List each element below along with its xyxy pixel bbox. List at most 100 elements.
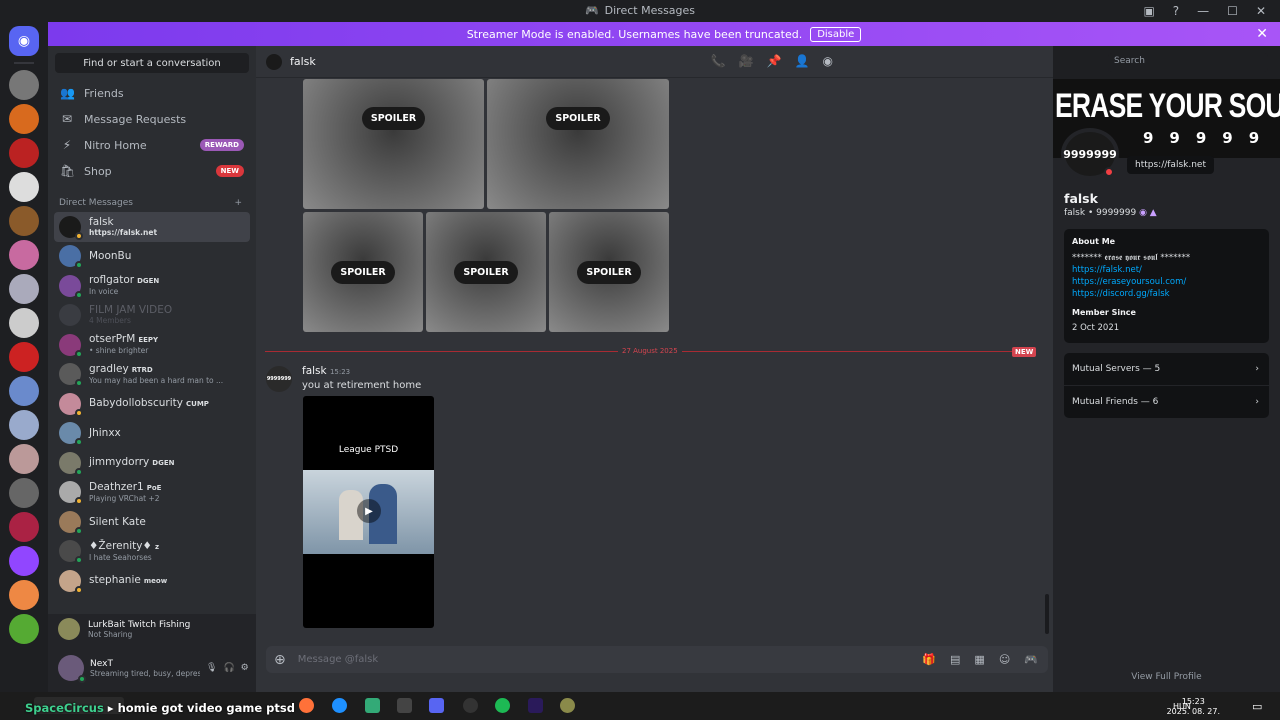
discord-taskbar-icon[interactable] bbox=[429, 698, 444, 713]
banner-close-icon[interactable]: ✕ bbox=[1256, 26, 1268, 42]
spoiler-image[interactable]: SPOILER bbox=[549, 212, 669, 332]
minimize-button[interactable]: — bbox=[1197, 4, 1209, 18]
server-icon[interactable] bbox=[9, 172, 39, 202]
spoiler-image[interactable]: SPOILER bbox=[303, 212, 423, 332]
author-name[interactable]: falsk bbox=[302, 365, 327, 377]
vr-icon[interactable] bbox=[397, 698, 412, 713]
server-icon[interactable] bbox=[9, 478, 39, 508]
dm-tag: RTRD bbox=[131, 365, 153, 374]
message-composer[interactable]: ⊕ Message @falsk 🎁 ▤ ▦ ☺ 🎮 bbox=[266, 646, 1048, 673]
dm-name: stephanie meow bbox=[89, 574, 168, 587]
browser-icon[interactable] bbox=[332, 698, 347, 713]
dm-item[interactable]: roflgator DGEN In voice bbox=[54, 271, 250, 301]
dm-text: jimmydorry DGEN bbox=[89, 456, 174, 469]
obs-icon[interactable] bbox=[463, 698, 478, 713]
dm-item[interactable]: falsk https://falsk.net bbox=[54, 212, 250, 242]
maximize-button[interactable]: ☐ bbox=[1227, 4, 1238, 18]
about-link[interactable]: https://falsk.net/ bbox=[1072, 264, 1261, 276]
dm-item[interactable]: jimmydorry DGEN bbox=[54, 448, 250, 478]
help-icon[interactable]: ? bbox=[1173, 4, 1179, 18]
status-indicator bbox=[75, 526, 83, 535]
close-window-button[interactable]: ✕ bbox=[1256, 4, 1266, 18]
server-icon[interactable] bbox=[9, 138, 39, 168]
twitch-server-icon[interactable] bbox=[9, 546, 39, 576]
server-icon[interactable] bbox=[9, 614, 39, 644]
gift-icon[interactable]: 🎁 bbox=[922, 653, 936, 666]
server-icon[interactable] bbox=[9, 376, 39, 406]
message-input[interactable]: Message @falsk bbox=[298, 654, 378, 665]
dm-avatar bbox=[59, 451, 83, 476]
server-icon[interactable] bbox=[9, 512, 39, 542]
server-icon[interactable] bbox=[9, 410, 39, 440]
inbox-icon[interactable]: ▣ bbox=[1143, 4, 1154, 18]
dm-item[interactable]: Jhinxx bbox=[54, 419, 250, 449]
gif-icon[interactable]: ▤ bbox=[950, 653, 960, 666]
dm-item[interactable]: Babydollobscurity CUMP bbox=[54, 389, 250, 419]
mutual-friends-row[interactable]: Mutual Friends — 6 › bbox=[1064, 386, 1269, 418]
nav-message-requests[interactable]: ✉ Message Requests bbox=[54, 106, 250, 132]
microphone-icon[interactable]: 🎙 bbox=[206, 663, 217, 673]
server-icon[interactable] bbox=[9, 580, 39, 610]
server-icon[interactable] bbox=[9, 240, 39, 270]
dm-item[interactable]: ♦Žerenity♦ z I hate Seahorses bbox=[54, 537, 250, 567]
search-input[interactable]: Search bbox=[1108, 53, 1268, 72]
server-icon[interactable] bbox=[9, 70, 39, 100]
chat-header: falsk bbox=[256, 46, 1053, 78]
spotify-icon[interactable] bbox=[495, 698, 510, 713]
view-full-profile-link[interactable]: View Full Profile bbox=[1053, 672, 1280, 682]
about-link[interactable]: https://discord.gg/falsk bbox=[1072, 288, 1261, 300]
dm-item[interactable]: FILM JAM VIDEO 4 Members bbox=[54, 301, 250, 331]
spoiler-image[interactable]: SPOILER bbox=[303, 79, 484, 209]
add-friend-icon[interactable]: 👤 bbox=[795, 54, 810, 68]
server-icon[interactable] bbox=[9, 206, 39, 236]
server-icon[interactable] bbox=[9, 342, 39, 372]
app-icon[interactable] bbox=[560, 698, 575, 713]
mutual-servers-label: Mutual Servers — 5 bbox=[1072, 364, 1161, 374]
user-profile-icon[interactable]: ◉ bbox=[823, 54, 833, 68]
call-icon[interactable]: 📞 bbox=[711, 54, 726, 68]
spoiler-image[interactable]: SPOILER bbox=[487, 79, 669, 209]
server-icon[interactable] bbox=[9, 444, 39, 474]
spoiler-label: SPOILER bbox=[454, 260, 518, 284]
spoiler-image[interactable]: SPOILER bbox=[426, 212, 546, 332]
app-icon[interactable] bbox=[365, 698, 380, 713]
settings-gear-icon[interactable]: ⚙ bbox=[241, 663, 249, 673]
chat-scrollbar[interactable] bbox=[1045, 594, 1049, 634]
nav-nitro-home[interactable]: ⚡ Nitro Home REWARD bbox=[54, 132, 250, 158]
pin-icon[interactable]: 📌 bbox=[767, 54, 782, 68]
server-icon[interactable] bbox=[9, 274, 39, 304]
message-author[interactable]: falsk 15:23 bbox=[302, 365, 350, 377]
video-call-icon[interactable]: 🎥 bbox=[739, 54, 754, 68]
about-link[interactable]: https://eraseyoursoul.com/ bbox=[1072, 276, 1261, 288]
play-icon[interactable]: ▶ bbox=[357, 499, 381, 523]
find-conversation-button[interactable]: Find or start a conversation bbox=[55, 53, 249, 73]
disable-button[interactable]: Disable bbox=[810, 26, 862, 42]
premiere-icon[interactable] bbox=[528, 698, 543, 713]
server-icon[interactable] bbox=[9, 104, 39, 134]
notification-icon[interactable]: ▭ bbox=[1252, 700, 1262, 713]
video-embed[interactable]: League PTSD ▶ bbox=[303, 396, 434, 628]
dm-item[interactable]: MoonBu bbox=[54, 242, 250, 272]
nav-shop[interactable]: 🛍 Shop NEW bbox=[54, 158, 250, 184]
dm-name: gradley RTRD bbox=[89, 362, 153, 375]
user-avatar[interactable] bbox=[58, 655, 86, 683]
emoji-icon[interactable]: ☺ bbox=[999, 653, 1010, 666]
add-attachment-icon[interactable]: ⊕ bbox=[274, 652, 286, 668]
home-button[interactable]: ◉ bbox=[9, 26, 39, 56]
dm-item[interactable]: gradley RTRD You may had been a hard man t… bbox=[54, 360, 250, 390]
headphones-icon[interactable]: 🎧 bbox=[223, 663, 234, 673]
nav-friends[interactable]: 👥 Friends bbox=[54, 80, 250, 106]
apps-icon[interactable]: 🎮 bbox=[1024, 653, 1038, 666]
dm-item[interactable]: stephanie meow bbox=[54, 566, 250, 596]
firefox-icon[interactable] bbox=[299, 698, 314, 713]
dm-item[interactable]: Silent Kate bbox=[54, 507, 250, 537]
dm-item[interactable]: otserPrM EEPY • shine brighter bbox=[54, 330, 250, 360]
dm-item[interactable]: Deathzer1 PoE Playing VRChat +2 bbox=[54, 478, 250, 508]
clock[interactable]: 15:23 2025. 08. 27. bbox=[1167, 697, 1220, 717]
dm-tag: EEPY bbox=[138, 336, 159, 345]
server-icon[interactable] bbox=[9, 308, 39, 338]
message-avatar[interactable]: 9999999 bbox=[266, 366, 292, 392]
add-dm-icon[interactable]: + bbox=[234, 198, 242, 208]
sticker-icon[interactable]: ▦ bbox=[974, 653, 984, 666]
mutual-servers-row[interactable]: Mutual Servers — 5 › bbox=[1064, 353, 1269, 385]
